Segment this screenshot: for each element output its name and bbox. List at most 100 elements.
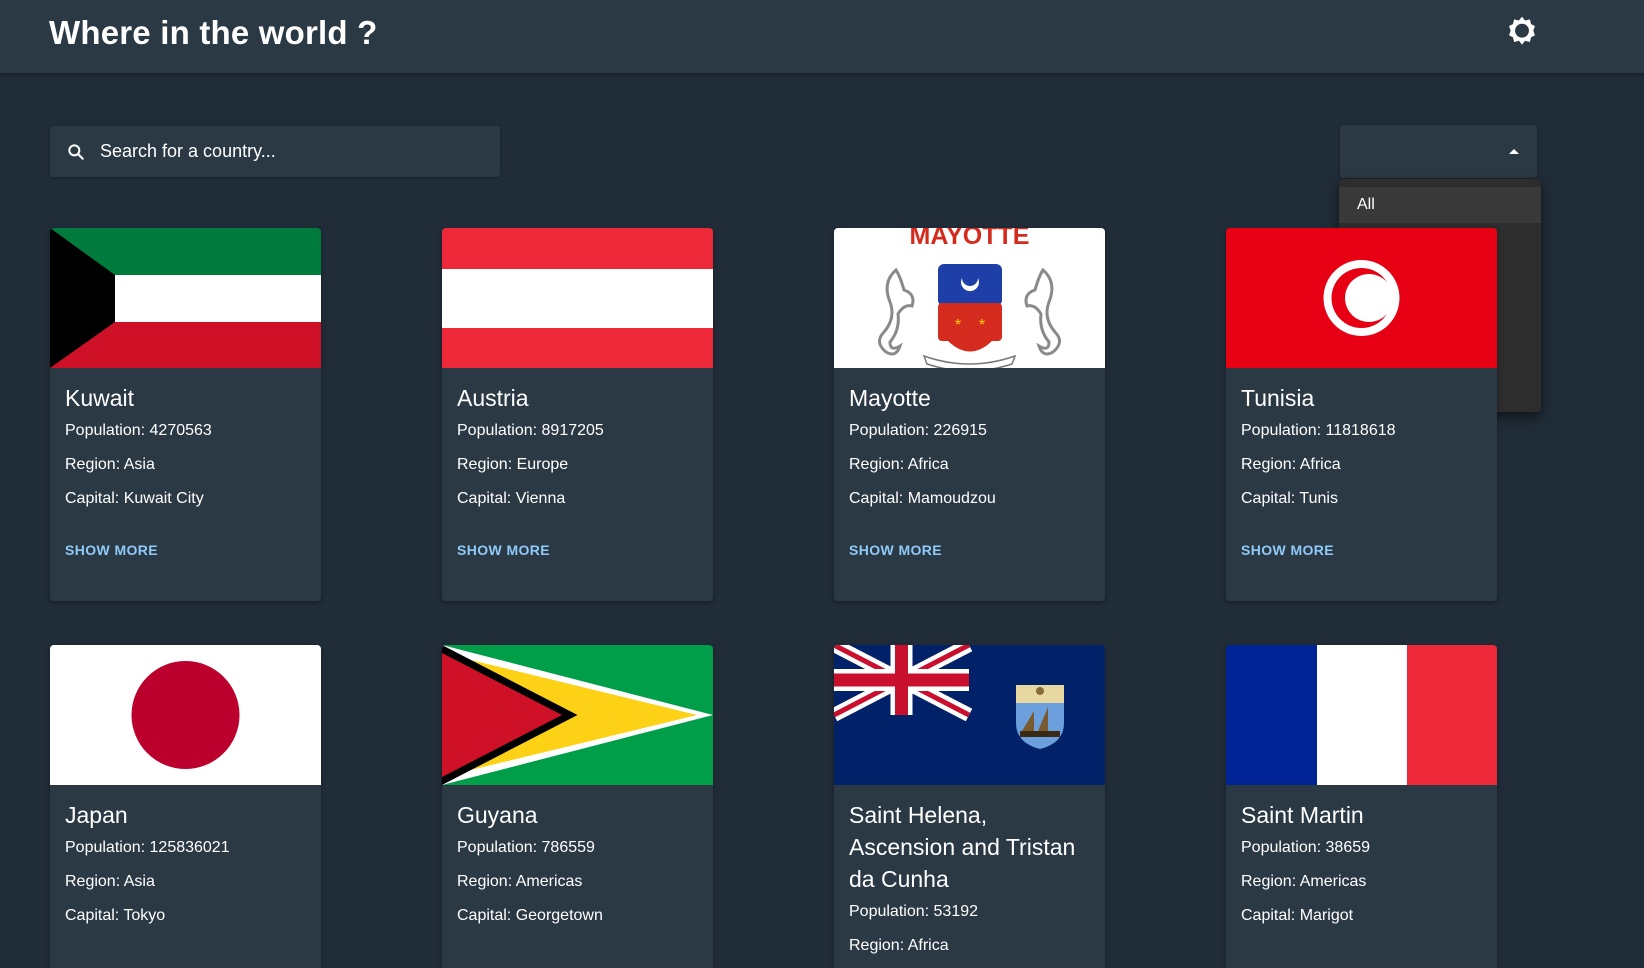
region-value: Europe: [516, 456, 569, 473]
capital-stat: Capital: Marigot: [1241, 906, 1482, 926]
region-label: Region:: [457, 873, 516, 890]
saint-helena-flag: [834, 645, 1105, 785]
capital-stat: Capital: Tokyo: [65, 906, 306, 926]
capital-label: Capital:: [457, 907, 516, 924]
austria-flag: [442, 228, 713, 368]
app-header: Where in the world ?: [0, 0, 1644, 73]
country-card: Austria Population: 8917205 Region: Euro…: [442, 228, 713, 601]
country-name: Guyana: [457, 802, 538, 828]
capital-stat: Capital: Mamoudzou: [849, 489, 1090, 509]
sun-gear-icon: [1509, 16, 1535, 45]
country-name: Saint Martin: [1241, 802, 1364, 828]
region-stat: Region: Americas: [457, 872, 698, 892]
japan-flag: [50, 645, 321, 785]
region-stat: Region: Africa: [849, 936, 1090, 956]
country-card: Saint Helena, Ascension and Tristan da C…: [834, 645, 1105, 968]
population-label: Population:: [1241, 839, 1326, 856]
region-value: Africa: [1299, 456, 1341, 473]
population-value: 226915: [933, 422, 987, 439]
region-label: Region:: [1241, 873, 1300, 890]
population-stat: Population: 4270563: [65, 421, 306, 441]
capital-stat: Capital: Tunis: [1241, 489, 1482, 509]
capital-label: Capital:: [849, 490, 908, 507]
region-label: Region:: [849, 456, 908, 473]
guyana-flag: [442, 645, 713, 785]
population-stat: Population: 8917205: [457, 421, 698, 441]
region-stat: Region: Americas: [1241, 872, 1482, 892]
population-stat: Population: 125836021: [65, 838, 306, 858]
region-value: Asia: [123, 456, 155, 473]
population-value: 38659: [1325, 839, 1371, 856]
country-card: Japan Population: 125836021 Region: Asia…: [50, 645, 321, 968]
country-name: Mayotte: [849, 385, 931, 411]
search-icon: [66, 142, 86, 162]
region-value: Asia: [123, 873, 155, 890]
dropdown-option-all[interactable]: All: [1339, 187, 1541, 223]
region-value: Africa: [907, 937, 949, 954]
region-label: Region:: [1241, 456, 1300, 473]
population-stat: Population: 53192: [849, 902, 1090, 922]
capital-label: Capital:: [1241, 490, 1300, 507]
country-name: Tunisia: [1241, 385, 1315, 411]
mayotte-flag: MAYOTTE * *: [834, 228, 1105, 368]
region-filter-select[interactable]: [1340, 125, 1537, 178]
country-name: Austria: [457, 385, 529, 411]
region-stat: Region: Africa: [1241, 455, 1482, 475]
population-stat: Population: 38659: [1241, 838, 1482, 858]
region-stat: Region: Africa: [849, 455, 1090, 475]
theme-toggle-button[interactable]: [1504, 12, 1540, 48]
population-value: 53192: [933, 903, 979, 920]
population-label: Population:: [65, 839, 150, 856]
capital-value: Tunis: [1299, 490, 1338, 507]
capital-label: Capital:: [65, 907, 124, 924]
kuwait-flag: [50, 228, 321, 368]
show-more-button[interactable]: SHOW MORE: [65, 542, 158, 558]
population-label: Population:: [1241, 422, 1326, 439]
show-more-button[interactable]: SHOW MORE: [457, 542, 550, 558]
capital-value: Mamoudzou: [907, 490, 996, 507]
search-box[interactable]: [50, 126, 500, 177]
country-name: Saint Helena, Ascension and Tristan da C…: [849, 802, 1076, 892]
capital-value: Kuwait City: [123, 490, 204, 507]
capital-label: Capital:: [65, 490, 124, 507]
caret-up-icon: [1509, 149, 1519, 154]
saint-martin-flag: [1226, 645, 1497, 785]
capital-value: Georgetown: [515, 907, 603, 924]
region-stat: Region: Europe: [457, 455, 698, 475]
country-name: Kuwait: [65, 385, 135, 411]
show-more-button[interactable]: SHOW MORE: [849, 542, 942, 558]
region-value: Americas: [515, 873, 583, 890]
tunisia-flag: [1226, 228, 1497, 368]
region-stat: Region: Asia: [65, 872, 306, 892]
capital-stat: Capital: Vienna: [457, 489, 698, 509]
app-title: Where in the world ?: [49, 14, 378, 51]
show-more-button[interactable]: SHOW MORE: [1241, 542, 1334, 558]
population-value: 11818618: [1325, 422, 1396, 439]
population-label: Population:: [457, 839, 542, 856]
capital-stat: Capital: Georgetown: [457, 906, 698, 926]
country-card: Saint Martin Population: 38659 Region: A…: [1226, 645, 1497, 968]
capital-value: Marigot: [1299, 907, 1354, 924]
svg-text:*: *: [979, 317, 985, 334]
capital-label: Capital:: [457, 490, 516, 507]
population-label: Population:: [849, 903, 934, 920]
capital-value: Tokyo: [123, 907, 166, 924]
population-label: Population:: [65, 422, 150, 439]
population-stat: Population: 226915: [849, 421, 1090, 441]
region-label: Region:: [65, 873, 124, 890]
population-value: 4270563: [149, 422, 212, 439]
population-value: 8917205: [541, 422, 604, 439]
population-stat: Population: 11818618: [1241, 421, 1482, 441]
capital-label: Capital:: [1241, 907, 1300, 924]
country-card: Guyana Population: 786559 Region: Americ…: [442, 645, 713, 968]
region-label: Region:: [65, 456, 124, 473]
region-label: Region:: [849, 937, 908, 954]
region-label: Region:: [457, 456, 517, 473]
population-label: Population:: [849, 422, 934, 439]
capital-value: Vienna: [515, 490, 566, 507]
svg-text:*: *: [955, 317, 961, 334]
country-card: Tunisia Population: 11818618 Region: Afr…: [1226, 228, 1497, 601]
region-value: Africa: [907, 456, 949, 473]
search-input[interactable]: [100, 141, 480, 162]
population-stat: Population: 786559: [457, 838, 698, 858]
